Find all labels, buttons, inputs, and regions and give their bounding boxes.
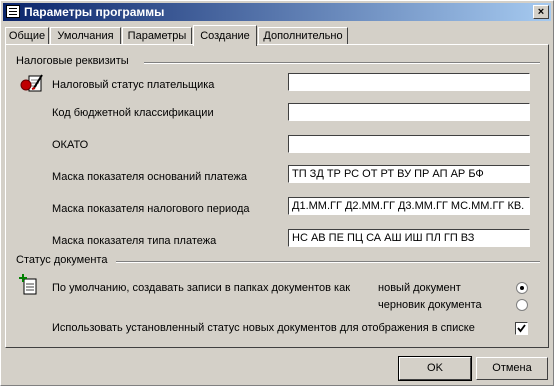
kbk-label: Код бюджетной классификации: [52, 107, 214, 119]
period-mask-input[interactable]: Д1.ММ.ГГ Д2.ММ.ГГ Д3.ММ.ГГ МС.ММ.ГГ КВ.: [288, 197, 530, 215]
use-status-checkbox[interactable]: [515, 322, 528, 335]
signature-document-icon: [20, 72, 46, 94]
type-mask-label: Маска показателя типа платежа: [52, 235, 217, 247]
settings-dialog: Параметры программы × Общие Умолчания Па…: [0, 0, 554, 386]
option-draft-radio[interactable]: [516, 299, 528, 311]
app-icon: [6, 5, 20, 18]
default-create-label: По умолчанию, создавать записи в папках …: [52, 282, 351, 294]
tax-section-title: Налоговые реквизиты: [16, 55, 129, 67]
ok-button[interactable]: OK: [398, 356, 472, 381]
status-section-title: Статус документа: [16, 254, 108, 266]
tax-status-input[interactable]: [288, 73, 530, 91]
new-document-icon: [18, 274, 40, 296]
okato-label: ОКАТО: [52, 139, 89, 151]
close-button[interactable]: ×: [533, 5, 549, 19]
title-bar: Параметры программы ×: [3, 3, 551, 21]
tab-parameters[interactable]: Параметры: [122, 27, 192, 44]
status-section-divider: [116, 261, 540, 263]
tab-general[interactable]: Общие: [5, 27, 49, 44]
tax-section-divider: [144, 62, 540, 64]
type-mask-input[interactable]: НС АВ ПЕ ПЦ СА АШ ИШ ПЛ ГП ВЗ: [288, 229, 530, 247]
tab-panel-creation: Налоговые реквизиты Налоговый статус пла…: [5, 44, 549, 348]
period-mask-label: Маска показателя налогового периода: [52, 203, 250, 215]
option-new-document-radio[interactable]: [516, 282, 528, 294]
cancel-button[interactable]: Отмена: [476, 357, 548, 380]
option-draft-label: черновик документа: [378, 299, 482, 311]
window-title: Параметры программы: [24, 5, 165, 19]
use-status-label: Использовать установленный статус новых …: [52, 322, 475, 334]
basis-mask-input[interactable]: ТП ЗД ТР РС ОТ РТ ВУ ПР АП АР БФ: [288, 165, 530, 183]
kbk-input[interactable]: [288, 103, 530, 121]
okato-input[interactable]: [288, 135, 530, 153]
option-new-document-label: новый документ: [378, 282, 461, 294]
basis-mask-label: Маска показателя оснований платежа: [52, 171, 247, 183]
checkmark-icon: [517, 324, 526, 333]
tab-defaults[interactable]: Умолчания: [50, 27, 121, 44]
tab-creation[interactable]: Создание: [193, 25, 257, 46]
tab-additional[interactable]: Дополнительно: [258, 27, 348, 44]
tax-status-label: Налоговый статус плательщика: [52, 79, 215, 91]
